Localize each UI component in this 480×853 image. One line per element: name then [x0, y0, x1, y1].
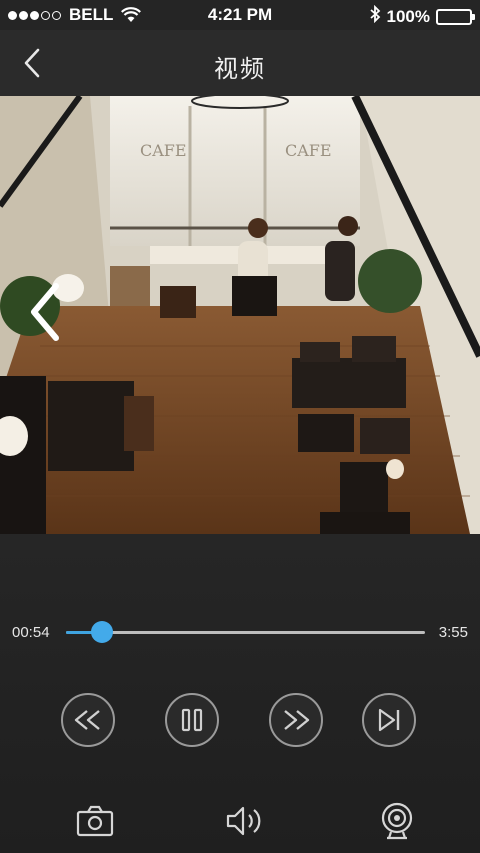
elapsed-time: 00:54 [12, 624, 50, 641]
signal-strength-icon [8, 10, 61, 20]
chevron-left-icon [31, 283, 59, 341]
wifi-icon [121, 7, 142, 23]
progress-row: 00:54 3:55 [0, 612, 480, 652]
progress-thumb[interactable] [90, 621, 113, 643]
speaker-icon [226, 806, 261, 836]
rewind-icon [74, 710, 100, 730]
pause-button[interactable] [165, 693, 219, 747]
page-title: 视频 [214, 56, 266, 83]
svg-text:CAFE: CAFE [140, 141, 187, 160]
cafe-scene-image: CAFE CAFE [0, 96, 480, 534]
camera-device-button[interactable] [374, 798, 420, 844]
camera-icon [76, 805, 114, 837]
video-previous-button[interactable] [22, 276, 70, 348]
playback-controls [0, 693, 480, 751]
total-time: 3:55 [438, 624, 468, 641]
fast-forward-icon [284, 710, 310, 730]
pause-icon [181, 708, 203, 732]
battery-icon [436, 8, 475, 25]
sound-button[interactable] [223, 798, 269, 844]
next-frame-icon [378, 708, 400, 732]
webcam-icon [381, 802, 413, 840]
fast-forward-button[interactable] [269, 693, 323, 747]
snapshot-button[interactable] [72, 798, 118, 844]
svg-text:CAFE: CAFE [285, 141, 332, 160]
battery-percent: 100% [386, 6, 430, 26]
status-bar: BELL 4:21 PM 100% [0, 0, 480, 30]
progress-slider[interactable] [66, 621, 425, 643]
carrier-name: BELL [69, 5, 114, 24]
nav-bar: 视频 [0, 30, 480, 96]
bluetooth-icon [369, 4, 381, 28]
rewind-button[interactable] [61, 693, 115, 747]
action-bar [0, 798, 480, 848]
video-player-screen: BELL 4:21 PM 100% 视频 CAFE CAFE 00:54 3:5… [0, 0, 480, 853]
video-frame[interactable]: CAFE CAFE [0, 96, 480, 534]
next-frame-button[interactable] [362, 693, 416, 747]
